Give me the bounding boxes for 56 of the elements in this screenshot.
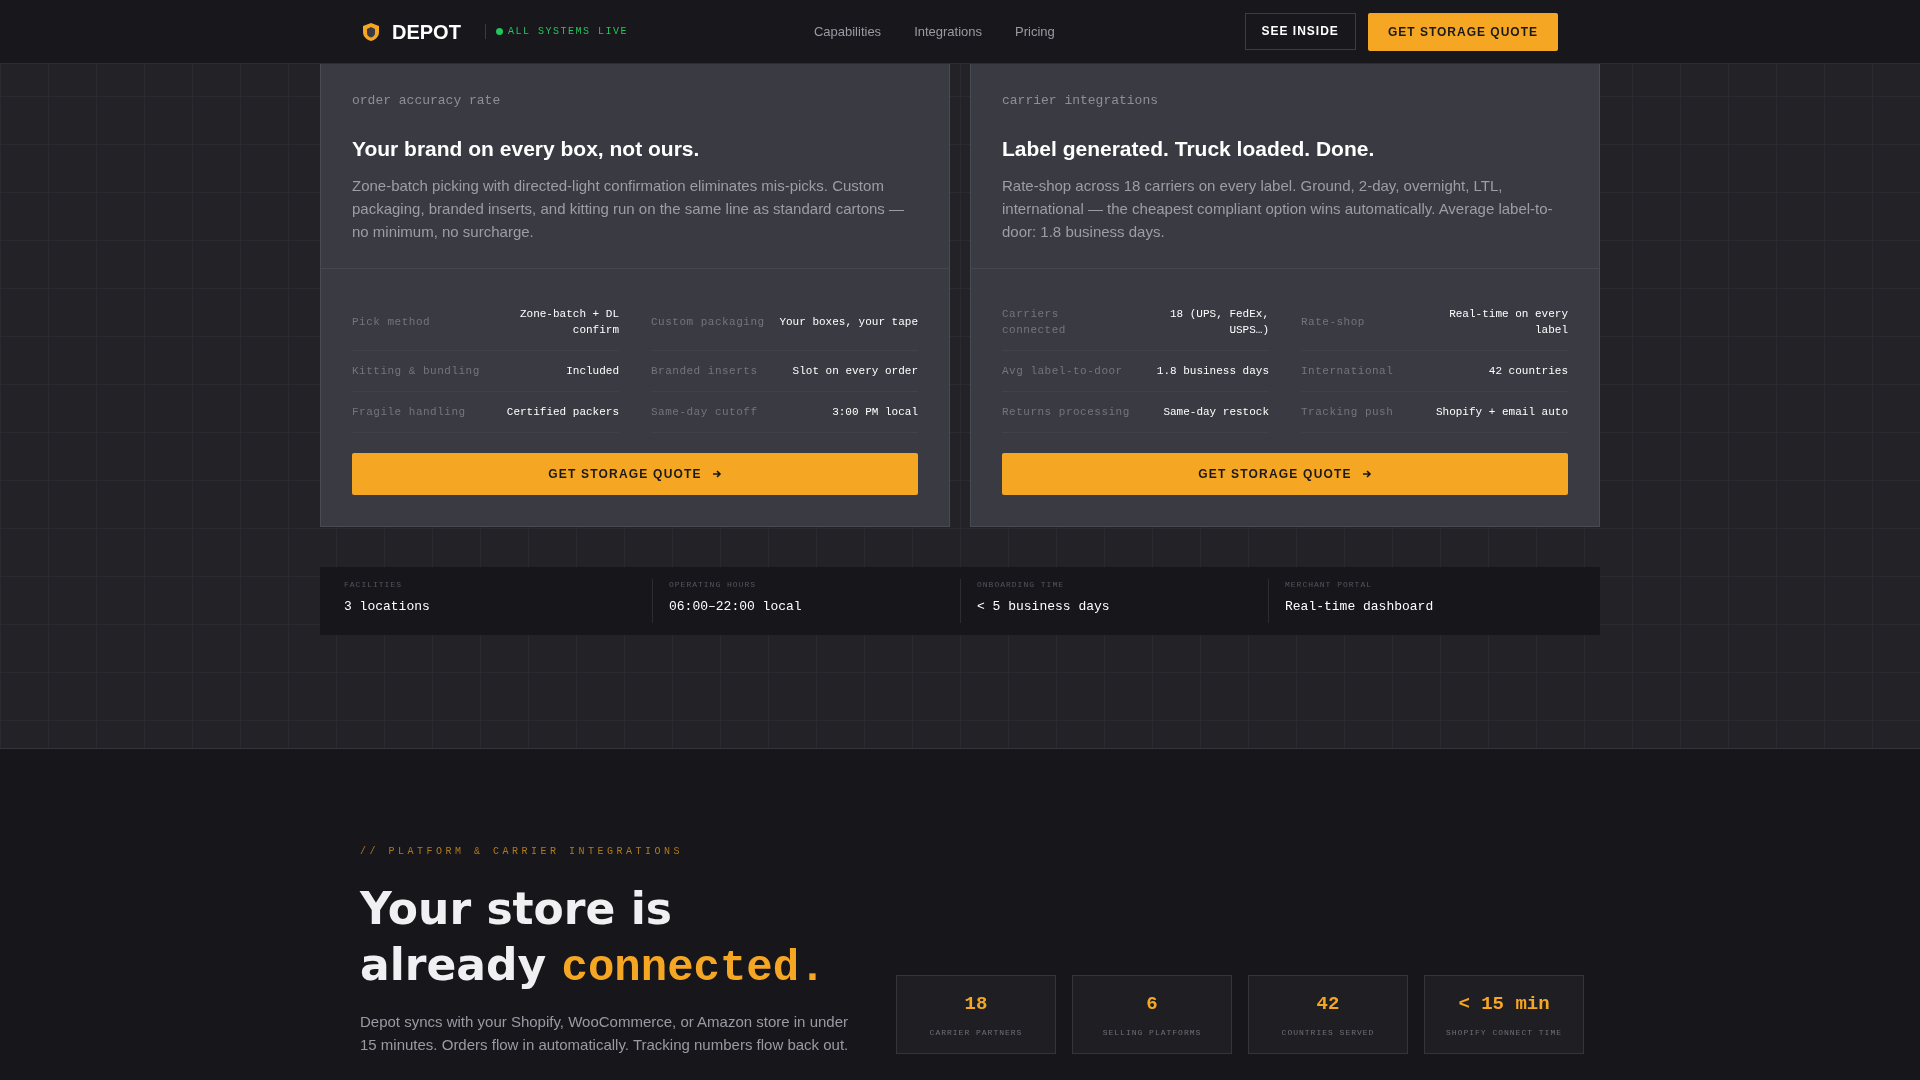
brand-name[interactable]: DEPOT [392, 16, 461, 47]
stat-value: 6 [1146, 992, 1158, 1018]
spec-label: Tracking push [1301, 405, 1394, 420]
spec-value: Included [566, 364, 619, 379]
section-description: Depot syncs with your Shopify, WooCommerce, or Amazon store in under 15 minutes. Orders flow in automatically. Tracking numbers flow back out. [360, 1012, 850, 1055]
spec-value: 1.8 business days [1156, 364, 1269, 379]
shield-logo-icon [362, 21, 380, 42]
fact-value: 3 locations [344, 598, 431, 616]
card-description: Rate-shop across 18 carriers on every label. Ground, 2-day, overnight, LTL, international — the cheapest compliant option wins automatically. Average label-to-door: 1.8 business days. [1002, 176, 1554, 242]
card-caption: carrier integrations [1002, 92, 1160, 110]
fact-value: 06:00–22:00 local [669, 598, 803, 616]
storage-quote-button[interactable]: GET STORAGE QUOTE [1002, 453, 1568, 495]
spec-value: 42 countries [1488, 364, 1568, 379]
spec-value: Same-day restock [1163, 405, 1269, 420]
spec-label: International [1301, 364, 1394, 379]
card-title: Your brand on every box, not ours. [352, 135, 701, 162]
see-inside-button[interactable]: SEE INSIDE [1244, 12, 1356, 50]
section-eyebrow: // PLATFORM & CARRIER INTEGRATIONS [360, 845, 685, 859]
fact-label: FACILITIES [344, 579, 403, 591]
storage-quote-button[interactable]: GET STORAGE QUOTE [352, 453, 918, 495]
spec-value: Shopify + email auto [1435, 405, 1568, 420]
spec-label: Rate-shop [1301, 315, 1365, 330]
stat-value: 18 [964, 992, 988, 1018]
stat-label: COUNTRIES SERVED [1281, 1026, 1375, 1039]
nav-link[interactable]: Capabilities [813, 21, 882, 42]
section-heading: Your store is already connected. [360, 882, 827, 995]
spec-label: Same-day cutoff [651, 405, 758, 420]
fact-value: Real-time dashboard [1285, 598, 1435, 616]
spec-value: 18 (UPS, FedEx, USPS…) [1168, 307, 1269, 338]
spec-value: Real-time on every label [1448, 307, 1568, 338]
spec-value: Certified packers [506, 405, 619, 420]
arrow-right-icon [1361, 469, 1372, 479]
spec-label: Returns processing [1002, 405, 1130, 420]
stat-label: SELLING PLATFORMS [1102, 1026, 1202, 1039]
storage-quote-button[interactable]: GET STORAGE QUOTE [1367, 12, 1558, 51]
spec-value: Zone-batch + DL confirm [518, 307, 619, 338]
spec-label: Fragile handling [352, 405, 466, 420]
spec-value: Slot on every order [792, 364, 918, 379]
stat-value: 42 [1316, 992, 1340, 1018]
status-label: ALL SYSTEMS LIVE [507, 25, 628, 39]
nav-link[interactable]: Pricing [1015, 21, 1055, 42]
spec-label: Avg label-to-door [1002, 364, 1123, 379]
nav-link[interactable]: Integrations [914, 21, 983, 42]
stat-value: < 15 min [1458, 992, 1550, 1018]
fact-label: ONBOARDING TIME [977, 579, 1065, 591]
card-description: Zone-batch picking with directed-light confirmation eliminates mis-picks. Custom packaging, branded inserts, and kitting run on the same line as standard cartons — no minimum, no surcharge. [352, 176, 905, 242]
spec-label: Branded inserts [651, 364, 758, 379]
spec-label: Kitting & bundling [352, 364, 480, 379]
spec-value: 3:00 PM local [832, 405, 918, 420]
fact-value: < 5 business days [977, 598, 1111, 616]
stat-label: CARRIER PARTNERS [929, 1026, 1023, 1039]
stat-label: SHOPIFY CONNECT TIME [1446, 1026, 1562, 1039]
card-caption: order accuracy rate [352, 92, 502, 110]
spec-value: Your boxes, your tape [779, 315, 918, 330]
card-title: Label generated. Truck loaded. Done. [1002, 135, 1376, 162]
arrow-right-icon [711, 469, 722, 479]
